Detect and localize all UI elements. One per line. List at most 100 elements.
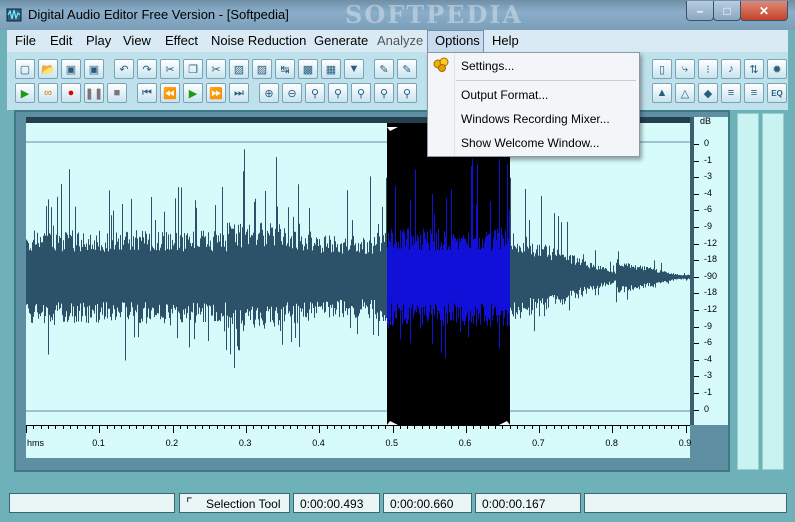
db-tick-label: 0 xyxy=(704,403,710,414)
db-tick-label: -12 xyxy=(704,304,718,314)
menu-view[interactable]: View xyxy=(123,33,151,48)
trim-icon[interactable]: ↹ xyxy=(275,59,295,79)
skip-end-icon[interactable]: ⏭ xyxy=(229,83,249,103)
fast-forward-icon[interactable]: ⏩ xyxy=(206,83,226,103)
close-button[interactable]: ✕ xyxy=(740,1,788,21)
vu-meter-right xyxy=(762,113,784,470)
menu-generate[interactable]: Generate xyxy=(314,33,368,48)
menu-help[interactable]: Help xyxy=(492,33,519,48)
phone-icon[interactable]: ▯ xyxy=(652,59,672,79)
time-tick-label: 0.8 xyxy=(605,438,618,448)
redo-icon[interactable]: ↷ xyxy=(137,59,157,79)
paste-special-icon[interactable]: ▨ xyxy=(252,59,272,79)
note-icon[interactable]: ♪ xyxy=(721,59,741,79)
settings-icon xyxy=(432,56,450,74)
record-icon[interactable]: ● xyxy=(61,83,81,103)
play-icon[interactable]: ▶ xyxy=(15,83,35,103)
time-tick-label: 0.2 xyxy=(165,438,179,448)
menu-item-settings[interactable]: Settings... xyxy=(461,59,514,73)
zoom-vertical-icon[interactable]: ⚲ xyxy=(351,83,371,103)
db-tick-label: -4 xyxy=(704,187,713,198)
rewind-icon[interactable]: ⏪ xyxy=(160,83,180,103)
options-dropdown: Settings... Output Format... Windows Rec… xyxy=(427,52,640,157)
db-unit-label: dB xyxy=(700,116,712,126)
normalize-icon[interactable]: ≡ xyxy=(721,83,741,103)
save-as-icon[interactable]: ▣ xyxy=(84,59,104,79)
db-tick-label: -18 xyxy=(704,254,718,265)
equalizer-bars-icon[interactable]: ≡ xyxy=(744,83,764,103)
time-ruler: hms 0.1 0.2 0.3 0.4 0.5 0.6 0.7 0.8 0.9 xyxy=(26,425,691,458)
minimize-button[interactable]: – xyxy=(686,1,714,21)
scissors-icon[interactable]: ✂ xyxy=(206,59,226,79)
db-tick-label: -6 xyxy=(704,204,713,215)
waveform-canvas[interactable] xyxy=(26,117,690,425)
status-message xyxy=(9,493,175,513)
menu-options[interactable]: Options xyxy=(435,33,480,48)
db-scale: dB 0 -1 -3 -4 -6 -9 -12 -18 -90 -18 -12 -9 -6 -4 -3 -1 0 xyxy=(690,116,728,425)
dots-icon[interactable]: ⁝ xyxy=(698,59,718,79)
save-icon[interactable]: ▣ xyxy=(61,59,81,79)
cut-marker-icon[interactable]: ✂ xyxy=(160,59,180,79)
menu-analyze[interactable]: Analyze xyxy=(377,33,423,48)
db-tick-label: 0 xyxy=(704,138,710,148)
watermark: SOFTPEDIA xyxy=(345,0,524,29)
zoom-selection-icon[interactable]: ⚲ xyxy=(305,83,325,103)
fade-in-icon[interactable]: ▲ xyxy=(652,83,672,103)
draw-icon[interactable]: ✎ xyxy=(397,59,417,79)
play-selection-icon[interactable]: ▶ xyxy=(183,83,203,103)
new-file-icon[interactable]: ▢ xyxy=(15,59,35,79)
db-tick-label: -3 xyxy=(704,370,713,381)
close-icon: ✕ xyxy=(758,3,770,18)
status-bar: ⌜ Selection Tool 0:00:00.493 0:00:00.660… xyxy=(0,488,795,522)
time-unit-label: hms xyxy=(27,438,45,448)
skip-start-icon[interactable]: ⏮ xyxy=(137,83,157,103)
select-all-icon[interactable]: ▩ xyxy=(298,59,318,79)
menu-play[interactable]: Play xyxy=(86,33,111,48)
undo-icon[interactable]: ↶ xyxy=(114,59,134,79)
vu-meter-left xyxy=(737,113,759,470)
zoom-full-icon[interactable]: ⚲ xyxy=(328,83,348,103)
fade-out-icon[interactable]: △ xyxy=(675,83,695,103)
menu-item-output-format[interactable]: Output Format... xyxy=(461,88,548,102)
menu-noise-reduction[interactable]: Noise Reduction xyxy=(211,33,306,48)
menu-bar: File Edit Play View Effect Noise Reducti… xyxy=(7,30,788,53)
menu-options-highlight[interactable]: Options xyxy=(427,30,484,53)
copy-icon[interactable]: ❐ xyxy=(183,59,203,79)
menu-edit[interactable]: Edit xyxy=(50,33,72,48)
time-tick-label: 0.4 xyxy=(312,438,325,448)
status-tool: ⌜ Selection Tool xyxy=(179,493,290,513)
db-tick-label: -1 xyxy=(704,154,713,165)
menu-separator xyxy=(456,80,636,81)
menu-file[interactable]: File xyxy=(15,33,36,48)
zoom-reset-icon[interactable]: ⚲ xyxy=(397,83,417,103)
paste-icon[interactable]: ▨ xyxy=(229,59,249,79)
amplify-icon[interactable]: ⇅ xyxy=(744,59,764,79)
edit-pencil-icon[interactable]: ✎ xyxy=(374,59,394,79)
text-cursor-icon: ⌜ xyxy=(186,495,193,511)
menu-effect[interactable]: Effect xyxy=(165,33,198,48)
selection-end: 0:00:00.660 xyxy=(383,493,472,513)
menu-item-show-welcome-window[interactable]: Show Welcome Window... xyxy=(461,136,600,150)
db-tick-label: -1 xyxy=(704,387,713,397)
db-tick-label: -4 xyxy=(704,353,713,364)
minimize-icon: – xyxy=(696,3,704,18)
time-tick-label: 0.6 xyxy=(458,438,472,448)
print-icon[interactable]: ▦ xyxy=(321,59,341,79)
db-tick-label: -6 xyxy=(704,337,713,348)
zoom-out-icon[interactable]: ⊖ xyxy=(282,83,302,103)
crop-icon[interactable]: ▼ xyxy=(344,59,364,79)
menu-item-windows-recording-mixer[interactable]: Windows Recording Mixer... xyxy=(461,112,610,126)
open-file-icon[interactable]: 📂 xyxy=(38,59,58,79)
zoom-fit-icon[interactable]: ⚲ xyxy=(374,83,394,103)
pause-icon[interactable]: ❚❚ xyxy=(84,83,104,103)
maximize-button[interactable]: □ xyxy=(713,1,741,21)
zoom-in-icon[interactable]: ⊕ xyxy=(259,83,279,103)
maximize-icon: □ xyxy=(723,3,731,18)
wave-radio-icon[interactable]: ⤷ xyxy=(675,59,695,79)
loop-icon[interactable]: ∞ xyxy=(38,83,58,103)
compress-icon[interactable]: ◆ xyxy=(698,83,718,103)
stop-icon[interactable]: ■ xyxy=(107,83,127,103)
eq-icon[interactable]: EQ xyxy=(767,83,787,103)
db-tick-label: -12 xyxy=(704,237,718,248)
settings-gear-icon[interactable]: ✹ xyxy=(767,59,787,79)
